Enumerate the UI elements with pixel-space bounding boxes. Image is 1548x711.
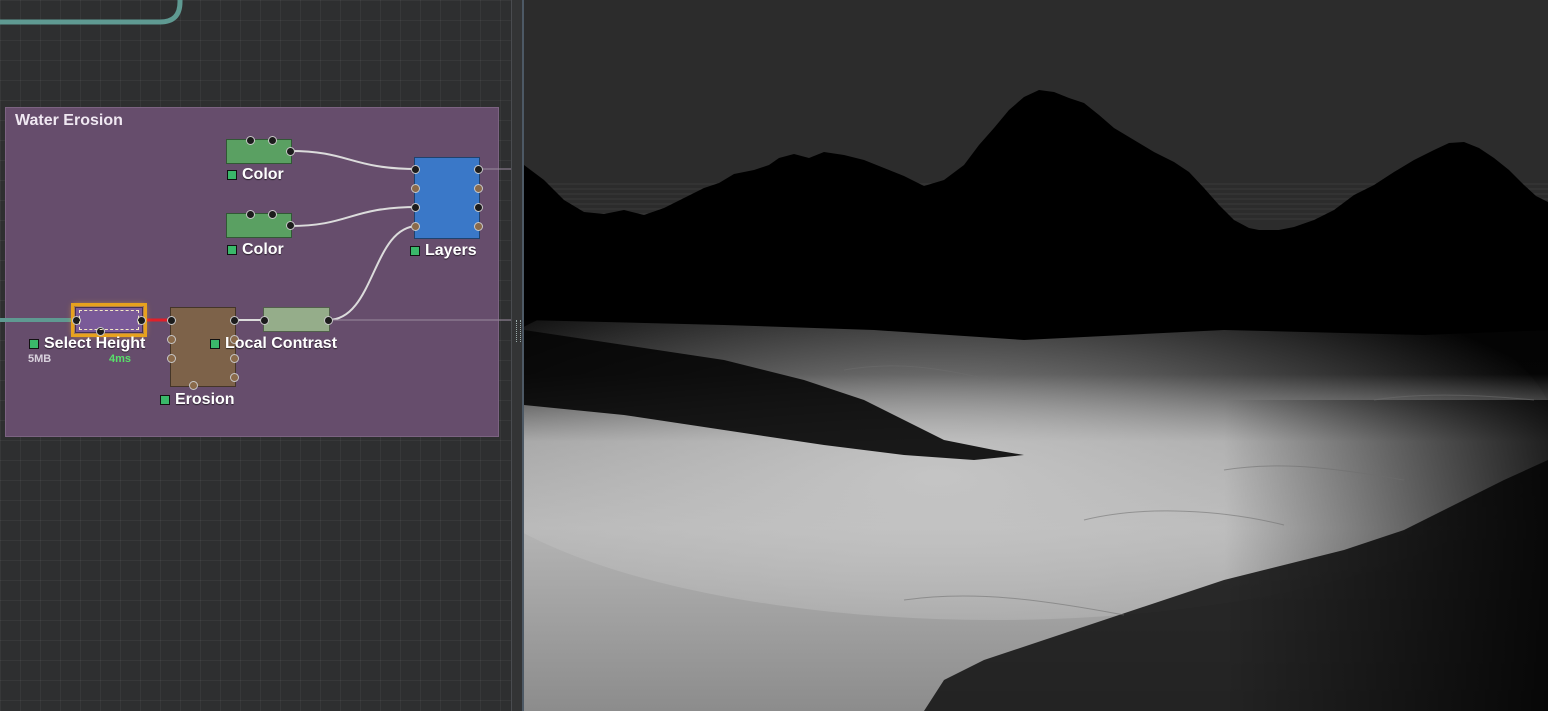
input-port[interactable] bbox=[411, 165, 420, 174]
layers-label: Layers bbox=[425, 242, 477, 259]
enabled-checkbox[interactable] bbox=[160, 395, 170, 405]
splitter-grip[interactable] bbox=[516, 320, 521, 342]
output-port[interactable] bbox=[474, 165, 483, 174]
enabled-checkbox[interactable] bbox=[210, 339, 220, 349]
input-port[interactable] bbox=[72, 316, 81, 325]
output-port[interactable] bbox=[474, 222, 483, 231]
right-shade bbox=[1224, 400, 1548, 711]
input-port[interactable] bbox=[246, 210, 255, 219]
color-node-1[interactable] bbox=[226, 136, 295, 164]
erosion-node-label: Erosion bbox=[160, 391, 235, 409]
input-port[interactable] bbox=[268, 136, 277, 145]
group-title: Water Erosion bbox=[15, 112, 123, 129]
local-contrast-node[interactable] bbox=[260, 307, 333, 332]
color-node-2[interactable] bbox=[226, 210, 295, 238]
enabled-checkbox[interactable] bbox=[227, 170, 237, 180]
terrain-viewport[interactable] bbox=[524, 0, 1548, 711]
terrain-render bbox=[524, 0, 1548, 711]
select-height-node[interactable] bbox=[71, 303, 147, 337]
output-port[interactable] bbox=[230, 316, 239, 325]
select-height-label: Select Height bbox=[29, 335, 145, 353]
local-contrast-text: Local Contrast bbox=[225, 335, 338, 352]
input-port[interactable] bbox=[167, 335, 176, 344]
color-node-2-label: Color bbox=[227, 241, 284, 259]
node-graph-panel[interactable]: Water Erosion Color Color Layers Select … bbox=[0, 0, 513, 711]
local-contrast-label: Local Contrast bbox=[210, 335, 337, 353]
execution-time: 4ms bbox=[109, 353, 132, 365]
input-port[interactable] bbox=[246, 136, 255, 145]
enabled-checkbox[interactable] bbox=[410, 246, 420, 256]
input-port[interactable] bbox=[189, 381, 198, 390]
output-port[interactable] bbox=[324, 316, 333, 325]
output-port[interactable] bbox=[474, 203, 483, 212]
layers-node-label: Layers bbox=[410, 242, 477, 260]
output-port[interactable] bbox=[230, 373, 239, 382]
output-port[interactable] bbox=[286, 221, 295, 230]
memory-usage: 5MB bbox=[28, 353, 52, 365]
output-port[interactable] bbox=[137, 316, 146, 325]
color-label: Color bbox=[242, 166, 284, 183]
input-port[interactable] bbox=[411, 184, 420, 193]
erosion-label: Erosion bbox=[175, 391, 235, 408]
enabled-checkbox[interactable] bbox=[29, 339, 39, 349]
layers-node[interactable] bbox=[411, 157, 483, 239]
output-port[interactable] bbox=[286, 147, 295, 156]
input-port[interactable] bbox=[167, 354, 176, 363]
input-port[interactable] bbox=[268, 210, 277, 219]
select-height-text: Select Height bbox=[44, 335, 146, 352]
color-node-1-label: Color bbox=[227, 166, 284, 184]
input-port[interactable] bbox=[411, 203, 420, 212]
output-port[interactable] bbox=[230, 354, 239, 363]
panel-splitter[interactable] bbox=[511, 0, 524, 711]
color-label: Color bbox=[242, 241, 284, 258]
input-port[interactable] bbox=[167, 316, 176, 325]
output-port[interactable] bbox=[474, 184, 483, 193]
enabled-checkbox[interactable] bbox=[227, 245, 237, 255]
teal-wire-top bbox=[0, 0, 183, 25]
input-port[interactable] bbox=[411, 222, 420, 231]
input-port[interactable] bbox=[260, 316, 269, 325]
